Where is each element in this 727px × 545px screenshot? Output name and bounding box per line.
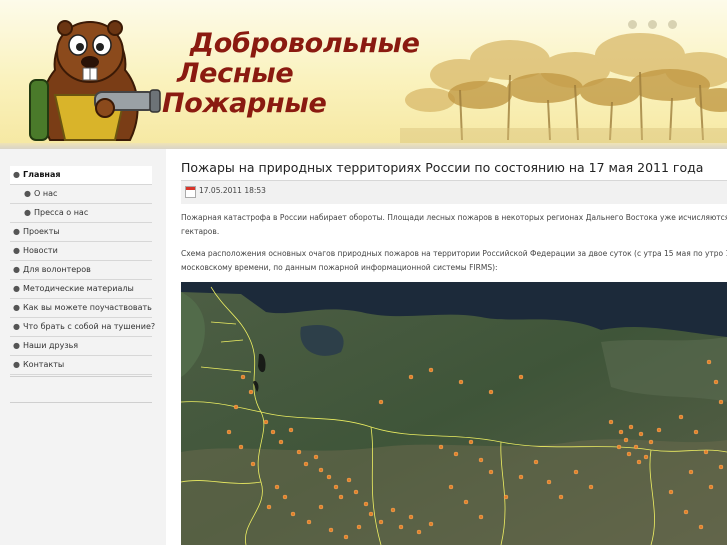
header-dots bbox=[628, 14, 683, 33]
bullet-icon: ● bbox=[13, 170, 20, 179]
sidebar-item-projects[interactable]: ● Проекты bbox=[10, 223, 152, 242]
site-title-line-3[interactable]: Пожарные bbox=[162, 88, 327, 119]
sidebar-item-label: Что брать с собой на тушение? bbox=[23, 322, 156, 331]
sidebar-item-materials[interactable]: ● Методические материалы bbox=[10, 280, 152, 299]
article-paragraph: Пожарная катастрофа в России набирает об… bbox=[181, 213, 727, 236]
sidebar-divider bbox=[10, 376, 152, 377]
sidebar-item-label: Как вы можете поучаствовать bbox=[23, 303, 152, 312]
sidebar-item-label: Проекты bbox=[23, 227, 60, 236]
sidebar-item-what-to-bring[interactable]: ● Что брать с собой на тушение? bbox=[10, 318, 156, 337]
bullet-icon: ● bbox=[24, 189, 31, 198]
sidebar-menu: ● Главная ● О нас ● Пресса о нас ● Проек… bbox=[10, 166, 156, 375]
sidebar-item-label: Наши друзья bbox=[23, 341, 79, 350]
site-header: Добровольные Лесные Пожарные bbox=[0, 0, 727, 147]
dot-icon bbox=[628, 20, 637, 29]
site-title-line-1[interactable]: Добровольные bbox=[190, 28, 420, 59]
fire-map-graphic bbox=[181, 282, 727, 545]
fire-map-image[interactable] bbox=[181, 282, 727, 545]
bullet-icon: ● bbox=[24, 208, 31, 217]
sidebar-item-label: Пресса о нас bbox=[34, 208, 89, 217]
sidebar-item-label: О нас bbox=[34, 189, 58, 198]
sidebar-item-friends[interactable]: ● Наши друзья bbox=[10, 337, 152, 356]
sidebar-item-label: Главная bbox=[23, 170, 61, 179]
sidebar-item-news[interactable]: ● Новости bbox=[10, 242, 152, 261]
bullet-icon: ● bbox=[13, 265, 20, 274]
bullet-icon: ● bbox=[13, 246, 20, 255]
bullet-icon: ● bbox=[13, 360, 20, 369]
site-title-line-2[interactable]: Лесные bbox=[177, 58, 294, 89]
sidebar-divider bbox=[10, 402, 152, 403]
bullet-icon: ● bbox=[13, 227, 20, 236]
article-meta: 17.05.2011 18:53 bbox=[181, 181, 727, 204]
sidebar-item-about[interactable]: ● О нас bbox=[10, 185, 152, 204]
article-date: 17.05.2011 18:53 bbox=[199, 186, 266, 195]
bullet-icon: ● bbox=[13, 303, 20, 312]
article-title[interactable]: Пожары на природных территориях России п… bbox=[181, 160, 703, 175]
sidebar-item-home[interactable]: ● Главная bbox=[10, 166, 152, 185]
sidebar-item-label: Новости bbox=[23, 246, 58, 255]
sidebar-item-label: Методические материалы bbox=[23, 284, 134, 293]
dot-icon bbox=[648, 20, 658, 29]
dot-icon bbox=[668, 20, 678, 29]
bullet-icon: ● bbox=[13, 322, 20, 331]
sidebar-item-press[interactable]: ● Пресса о нас bbox=[10, 204, 152, 223]
bullet-icon: ● bbox=[13, 284, 20, 293]
sidebar-item-participate[interactable]: ● Как вы можете поучаствовать bbox=[10, 299, 152, 318]
sidebar-item-label: Контакты bbox=[23, 360, 65, 369]
calendar-icon bbox=[185, 186, 196, 198]
article: Пожары на природных территориях России п… bbox=[167, 149, 727, 545]
sidebar-item-label: Для волонтеров bbox=[23, 265, 91, 274]
beaver-mascot-icon bbox=[29, 20, 161, 141]
article-paragraph: Схема расположения основных очагов приро… bbox=[181, 249, 727, 272]
bullet-icon: ● bbox=[13, 341, 20, 350]
sidebar-item-contacts[interactable]: ● Контакты bbox=[10, 356, 152, 375]
sidebar-item-volunteers[interactable]: ● Для волонтеров bbox=[10, 261, 152, 280]
